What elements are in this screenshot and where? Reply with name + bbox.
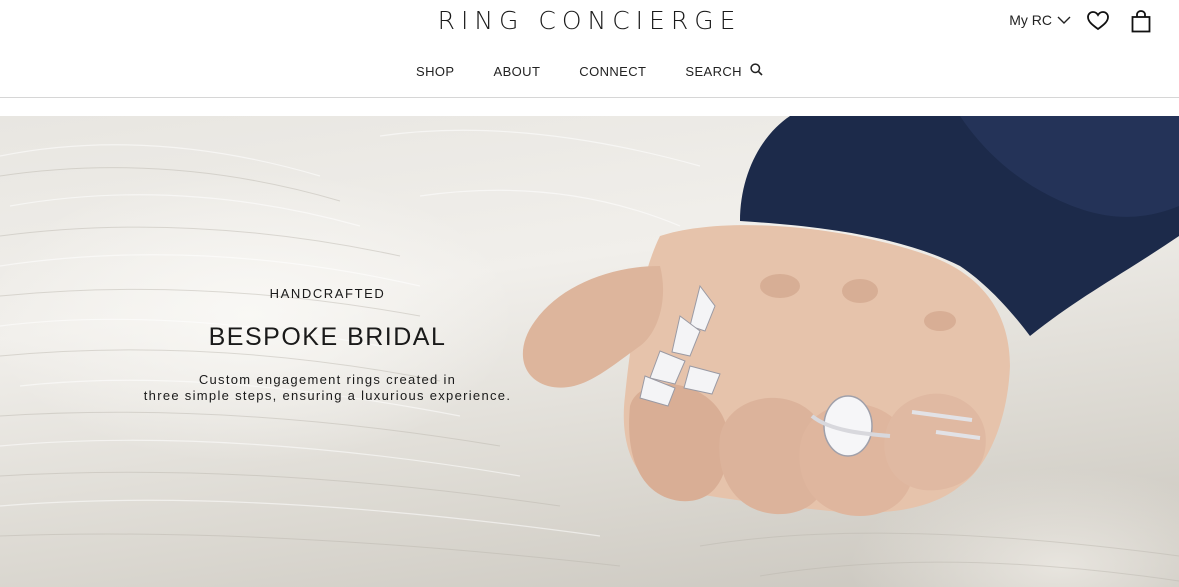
- hero-text-block: HANDCRAFTED BESPOKE BRIDAL Custom engage…: [90, 286, 565, 404]
- hero-subtext-line-1: Custom engagement rings created in: [198, 372, 457, 387]
- search-icon: [750, 63, 763, 79]
- nav-shop[interactable]: SHOP: [416, 63, 454, 79]
- main-nav: SHOP ABOUT CONNECT SEARCH: [0, 63, 1179, 79]
- brand-logo[interactable]: RING CONCIERGE: [0, 5, 1179, 37]
- hero-subtext-line-2: three simple steps, ensuring a luxurious…: [143, 388, 512, 403]
- hero-subtext: Custom engagement rings created in three…: [90, 372, 565, 404]
- hero-headline: BESPOKE BRIDAL: [208, 323, 447, 351]
- shopping-bag-icon[interactable]: [1131, 10, 1151, 38]
- my-rc-menu[interactable]: My RC: [1009, 12, 1071, 28]
- heart-icon[interactable]: [1087, 11, 1109, 36]
- nav-search-label: SEARCH: [685, 63, 742, 79]
- hero-eyebrow: HANDCRAFTED: [269, 286, 386, 301]
- nav-about[interactable]: ABOUT: [494, 63, 541, 79]
- my-rc-label: My RC: [1009, 12, 1052, 28]
- site-header: RING CONCIERGE My RC SHOP ABOUT CONNECT …: [0, 0, 1179, 98]
- chevron-down-icon: [1057, 16, 1071, 25]
- nav-search[interactable]: SEARCH: [685, 63, 763, 79]
- nav-connect[interactable]: CONNECT: [579, 63, 646, 79]
- hero-banner[interactable]: HANDCRAFTED BESPOKE BRIDAL Custom engage…: [0, 116, 1179, 587]
